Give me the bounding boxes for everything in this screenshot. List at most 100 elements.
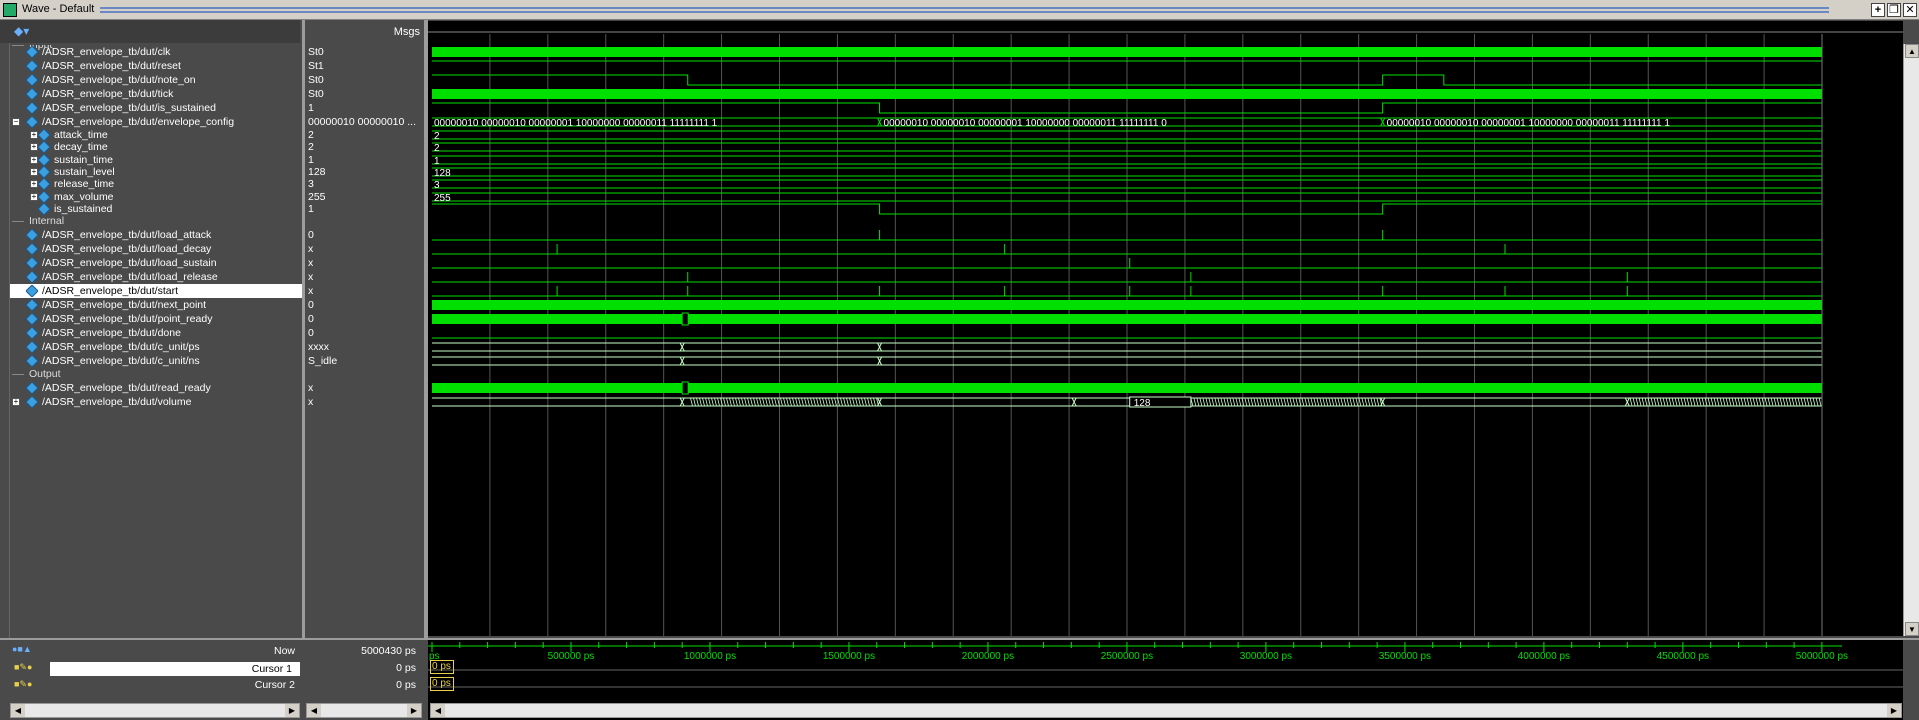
expand-icon[interactable]: + [30,193,38,201]
signal-diamond-icon [26,313,38,325]
volume-hatch [1668,397,1672,407]
cursor-2-flag[interactable]: 0 ps [430,677,454,691]
signal-values-pane[interactable]: St0 St1 St0 St0 1 00000010 00000010 ... 2 2 1 128… [304,45,424,638]
volume-hatch [831,397,834,407]
signal-row[interactable]: + /ADSR_envelope_tb/dut/volume [10,395,304,409]
wave-hscrollbar[interactable]: ◀ ▶ [430,703,1902,718]
signal-row[interactable]: /ADSR_envelope_tb/dut/is_sustained [10,101,304,115]
volume-hatch [1322,397,1326,407]
waveform-pane[interactable]: 00000010 00000010 00000001 10000000 0000… [428,20,1903,636]
signal-row[interactable]: /ADSR_envelope_tb/dut/load_attack [10,228,304,242]
cursor-2-label[interactable]: Cursor 2 [200,679,295,691]
volume-hatch [696,397,699,407]
titlebar-grip[interactable] [100,7,1829,13]
scroll-left-icon[interactable]: ◀ [307,704,321,717]
scroll-right-icon[interactable]: ▶ [1887,704,1901,717]
signal-row[interactable]: /ADSR_envelope_tb/dut/note_on [10,73,304,87]
volume-hatch [855,397,858,407]
vertical-scrollbar[interactable]: ▲ ▼ [1903,44,1919,636]
cursor-1-label[interactable]: Cursor 1 [50,662,300,676]
signal-row[interactable]: /ADSR_envelope_tb/dut/point_ready [10,312,304,326]
signal-row[interactable]: /ADSR_envelope_tb/dut/load_release [10,270,304,284]
volume-hatch [723,397,726,407]
volume-hatch [1253,397,1257,407]
scroll-right-icon[interactable]: ▶ [285,704,299,717]
close-button[interactable]: ✕ [1903,3,1917,17]
volume-hatch [1205,397,1209,407]
volume-hatch [738,397,741,407]
scroll-left-icon[interactable]: ◀ [431,704,445,717]
cursor-tools[interactable]: ●■▲ [12,644,32,654]
volume-hatch [735,397,738,407]
signal-row[interactable]: /ADSR_envelope_tb/dut/next_point [10,298,304,312]
signal-value: x [308,285,314,297]
names-hscrollbar[interactable]: ◀ ▶ [10,703,300,718]
signal-row[interactable]: /ADSR_envelope_tb/dut/start [10,284,304,298]
volume-hatch [1656,397,1660,407]
expand-icon[interactable]: + [12,398,20,406]
dock-button[interactable]: + [1871,3,1885,17]
volume-hatch [714,397,717,407]
signal-row[interactable]: + release_time [10,177,304,191]
signal-name: /ADSR_envelope_tb/dut/start [42,285,178,297]
signal-row[interactable]: /ADSR_envelope_tb/dut/c_unit/ps [10,340,304,354]
volume-hatch [1734,397,1738,407]
volume-hatch [825,397,828,407]
window-titlebar: Wave - Default + ❐ ✕ [0,0,1919,20]
signal-row[interactable]: − /ADSR_envelope_tb/dut/envelope_config [10,115,304,129]
config-bus-label: 00000010 00000010 00000001 10000000 0000… [884,118,1168,129]
volume-hatch [1809,397,1813,407]
signal-row[interactable]: /ADSR_envelope_tb/dut/reset [10,59,304,73]
signal-names-pane[interactable]: Input/ADSR_envelope_tb/dut/clk/ADSR_enve… [10,45,304,638]
cursor-1-icons[interactable]: ■✎● [14,662,32,673]
waveform-canvas[interactable]: 00000010 00000010 00000001 10000000 0000… [428,20,1903,636]
volume-hatch [1331,397,1335,407]
volume-hatch [870,397,873,407]
volume-hatch [1193,397,1197,407]
volume-hatch [1277,397,1281,407]
volume-hatch [1244,397,1248,407]
column-divider[interactable] [302,20,305,720]
signal-row[interactable]: /ADSR_envelope_tb/dut/clk [10,45,304,59]
signal-value: 1 [308,102,314,114]
signal-value: x [308,396,314,408]
scroll-up-icon[interactable]: ▲ [1905,44,1919,58]
undock-button[interactable]: ❐ [1887,3,1901,17]
scroll-left-icon[interactable]: ◀ [11,704,25,717]
cursor-1-flag[interactable]: 0 ps [430,660,454,674]
signal-value: S_idle [308,355,338,367]
group-header-output[interactable]: Output [10,367,304,381]
signal-row[interactable]: /ADSR_envelope_tb/dut/load_decay [10,242,304,256]
expand-icon[interactable]: + [30,168,38,176]
ruler-tick-label: 500000 ps [548,651,595,662]
volume-hatch [1800,397,1804,407]
group-header-internal[interactable]: Internal [10,214,304,228]
expand-icon[interactable]: + [30,131,38,139]
volume-hatch [1295,397,1299,407]
expand-icon[interactable]: + [30,156,38,164]
signal-value: St0 [308,88,324,100]
wave-settings-icon[interactable]: ◆▾ [14,24,38,38]
values-hscrollbar[interactable]: ◀ ▶ [306,703,422,718]
volume-hatch [717,397,720,407]
signal-name: release_time [54,178,115,190]
signal-row[interactable]: /ADSR_envelope_tb/dut/read_ready [10,381,304,395]
volume-hatch [1373,397,1377,407]
collapse-icon[interactable]: − [12,118,20,126]
volume-hatch [1286,397,1290,407]
expand-icon[interactable]: + [30,143,38,151]
volume-hatch [1713,397,1717,407]
signal-name: /ADSR_envelope_tb/dut/c_unit/ns [42,355,200,367]
signal-diamond-icon [26,299,38,311]
scroll-right-icon[interactable]: ▶ [407,704,421,717]
volume-hatch [1376,397,1380,407]
signal-row[interactable]: + decay_time [10,140,304,154]
signal-row[interactable]: /ADSR_envelope_tb/dut/load_sustain [10,256,304,270]
signal-row[interactable]: /ADSR_envelope_tb/dut/done [10,326,304,340]
scroll-down-icon[interactable]: ▼ [1905,622,1919,636]
cursor-2-icons[interactable]: ■✎● [14,679,32,690]
expand-icon[interactable]: + [30,180,38,188]
signal-name: /ADSR_envelope_tb/dut/done [42,327,181,339]
signal-row[interactable]: /ADSR_envelope_tb/dut/c_unit/ns [10,354,304,368]
signal-row[interactable]: /ADSR_envelope_tb/dut/tick [10,87,304,101]
